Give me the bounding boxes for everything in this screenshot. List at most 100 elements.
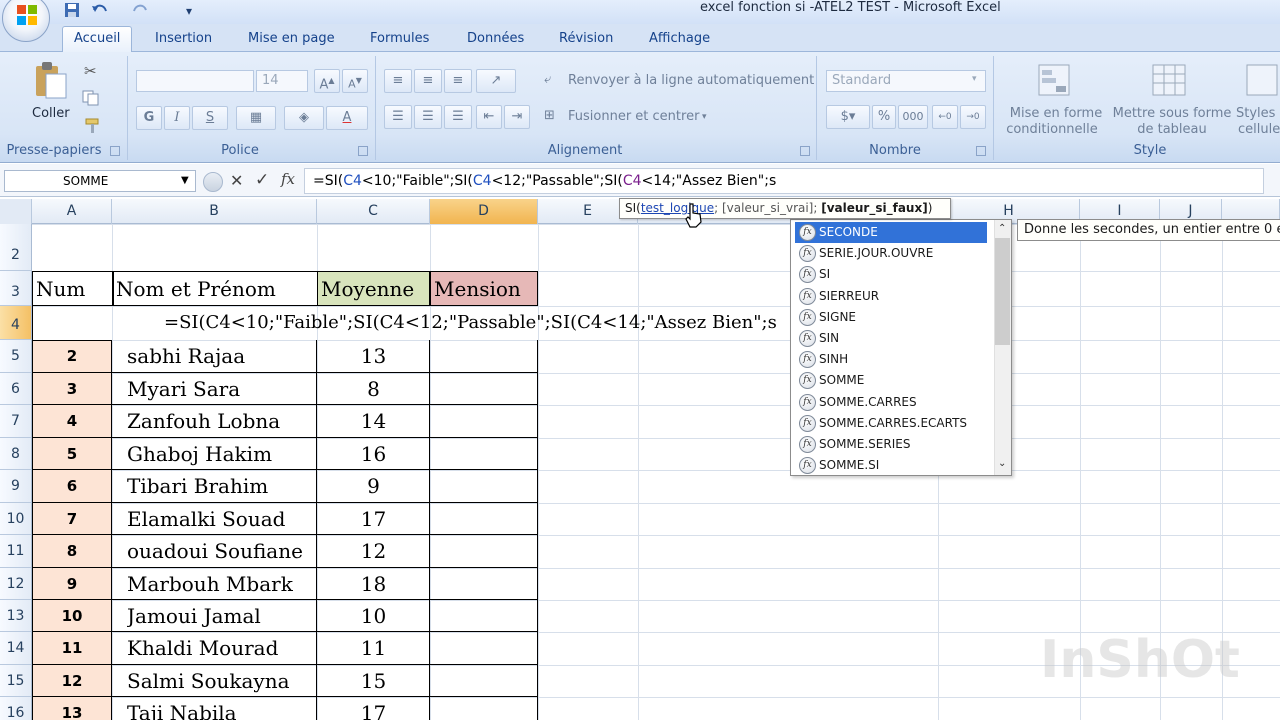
align-center-icon[interactable]: ☰ — [414, 105, 442, 129]
row-header-14[interactable]: 14 — [0, 632, 32, 665]
mention-cell[interactable] — [430, 697, 538, 720]
mention-cell[interactable] — [430, 632, 538, 665]
col-header-b[interactable]: B — [112, 199, 317, 224]
mention-cell[interactable] — [430, 600, 538, 632]
mention-cell[interactable] — [430, 503, 538, 535]
paste-button-label[interactable]: Coller — [32, 106, 70, 122]
row-header-13[interactable]: 13 — [0, 600, 32, 632]
clipboard-launcher-icon[interactable] — [110, 146, 120, 156]
grow-font-button[interactable]: A▲ — [314, 69, 340, 93]
row-header-15[interactable]: 15 — [0, 665, 32, 697]
number-launcher-icon[interactable] — [976, 146, 986, 156]
autocomplete-item[interactable]: fx SOMME.CARRES — [797, 392, 987, 413]
col-header-a[interactable]: A — [32, 199, 112, 224]
row-header-3[interactable]: 3 — [0, 271, 32, 306]
underline-button[interactable]: S — [192, 106, 228, 130]
formula-bar-expand-icon[interactable] — [203, 172, 223, 192]
font-launcher-icon[interactable] — [358, 146, 368, 156]
cell-styles-label-1[interactable]: Styles — [1236, 106, 1275, 122]
wrap-text-button[interactable]: Renvoyer à la ligne automatiquement — [568, 73, 814, 89]
scroll-up-icon[interactable]: ⌃ — [998, 223, 1006, 234]
tab-mise-en-page[interactable]: Mise en page — [248, 28, 335, 50]
row-header-6[interactable]: 6 — [0, 373, 32, 405]
conditional-format-label-1[interactable]: Mise en forme — [1008, 106, 1104, 122]
tab-affichage[interactable]: Affichage — [649, 28, 710, 50]
confirm-entry-icon[interactable]: ✓ — [255, 170, 269, 190]
font-color-icon[interactable]: A — [326, 106, 368, 130]
tab-insertion[interactable]: Insertion — [155, 28, 212, 50]
undo-icon[interactable] — [90, 2, 110, 20]
font-name-combo[interactable] — [136, 70, 254, 92]
orientation-icon[interactable]: ↗ — [476, 69, 516, 93]
autocomplete-item[interactable]: fx SERIE.JOUR.OUVRE — [797, 243, 987, 264]
tab-accueil[interactable]: Accueil — [74, 28, 120, 50]
autocomplete-item[interactable]: fx SI — [797, 264, 987, 285]
autocomplete-item[interactable]: fx SOMME.SI — [797, 455, 987, 476]
row-header-10[interactable]: 10 — [0, 503, 32, 535]
row-header-5[interactable]: 5 — [0, 340, 32, 373]
align-bottom-icon[interactable]: ≡ — [444, 69, 472, 93]
tab-revision[interactable]: Révision — [559, 28, 613, 50]
increase-indent-icon[interactable]: ⇥ — [504, 105, 530, 129]
cut-icon[interactable]: ✂ — [84, 62, 97, 80]
mention-cell[interactable] — [430, 568, 538, 600]
mention-cell[interactable] — [430, 535, 538, 568]
align-right-icon[interactable]: ☰ — [444, 105, 472, 129]
autocomplete-item[interactable]: fx SOMME.SERIES — [797, 434, 987, 455]
name-box-dropdown-icon[interactable]: ▼ — [181, 175, 189, 186]
increase-decimal-icon[interactable]: ←0 — [932, 105, 958, 129]
mention-cell[interactable] — [430, 665, 538, 697]
save-icon[interactable] — [64, 2, 80, 20]
tab-donnees[interactable]: Données — [467, 28, 524, 50]
cell-styles-label-2[interactable]: cellule — [1238, 122, 1280, 138]
autocomplete-item[interactable]: fx SIN — [797, 328, 987, 349]
cell-styles-icon[interactable] — [1244, 62, 1280, 98]
insert-function-icon[interactable]: fx — [281, 170, 295, 188]
conditional-format-icon[interactable] — [1036, 62, 1072, 98]
cancel-entry-icon[interactable]: ✕ — [230, 171, 243, 190]
autocomplete-scroll-thumb[interactable] — [995, 238, 1010, 345]
autocomplete-item[interactable]: fx SOMME.CARRES.ECARTS — [797, 413, 987, 434]
autocomplete-item[interactable]: fx SOMME — [797, 370, 987, 391]
autocomplete-item[interactable]: fx SIERREUR — [797, 286, 987, 307]
row-header-7[interactable]: 7 — [0, 405, 32, 438]
autocomplete-item[interactable]: fx SINH — [797, 349, 987, 370]
formula-input[interactable]: =SI(C4<10;"Faible";SI(C4<12;"Passable";S… — [304, 168, 1264, 194]
paste-icon[interactable] — [32, 60, 72, 102]
mention-cell[interactable] — [430, 470, 538, 503]
number-format-dropdown-icon[interactable]: ▾ — [972, 74, 977, 84]
row4-formula-text[interactable]: =SI(C4<10;"Faible";SI(C4<12;"Passable";S… — [164, 312, 790, 333]
name-box[interactable]: SOMME — [4, 170, 196, 192]
scroll-down-icon[interactable]: ⌄ — [998, 458, 1006, 469]
number-format-combo[interactable]: Standard — [826, 70, 986, 92]
borders-icon[interactable]: ▦ — [236, 106, 276, 130]
format-painter-icon[interactable] — [84, 118, 102, 134]
row-header-16[interactable]: 16 — [0, 697, 32, 720]
conditional-format-label-2[interactable]: conditionnelle — [1004, 122, 1100, 138]
row-header-8[interactable]: 8 — [0, 438, 32, 470]
mention-cell[interactable] — [430, 438, 538, 470]
thousands-button[interactable]: 000 — [898, 105, 928, 129]
bold-button[interactable]: G — [136, 106, 162, 130]
col-header-c[interactable]: C — [317, 199, 430, 224]
row-header-2[interactable]: 2 — [0, 224, 32, 271]
format-as-table-label-1[interactable]: Mettre sous forme — [1112, 106, 1232, 122]
format-as-table-icon[interactable] — [1150, 62, 1188, 98]
row-header-11[interactable]: 11 — [0, 535, 32, 568]
format-as-table-label-2[interactable]: de tableau — [1124, 122, 1220, 138]
align-middle-icon[interactable]: ≡ — [414, 69, 442, 93]
merge-center-button[interactable]: Fusionner et centrer — [568, 109, 699, 125]
row-header-12[interactable]: 12 — [0, 568, 32, 600]
shrink-font-button[interactable]: A▼ — [342, 69, 368, 93]
customize-qat-icon[interactable]: ▾ — [186, 2, 192, 20]
row-header-4[interactable]: 4 — [0, 306, 32, 340]
col-header-d[interactable]: D — [430, 199, 538, 224]
mention-cell[interactable] — [430, 340, 538, 373]
mention-cell[interactable] — [430, 373, 538, 405]
font-size-combo[interactable]: 14 — [256, 70, 308, 92]
decrease-decimal-icon[interactable]: →0 — [960, 105, 986, 129]
select-all-corner[interactable] — [0, 199, 32, 224]
autocomplete-item[interactable]: fx SIGNE — [797, 307, 987, 328]
decrease-indent-icon[interactable]: ⇤ — [476, 105, 502, 129]
merge-dropdown-icon[interactable]: ▾ — [702, 109, 707, 125]
